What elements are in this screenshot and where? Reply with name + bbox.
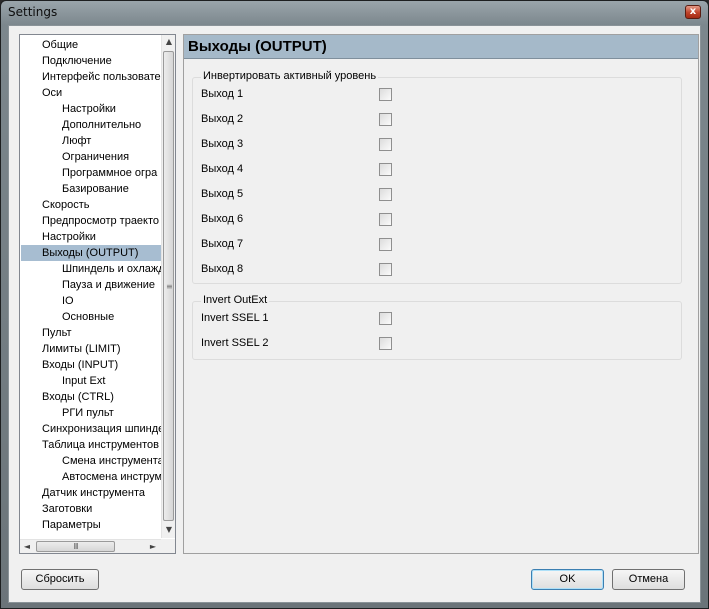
tree-item[interactable]: Параметры xyxy=(42,517,161,533)
tree-item[interactable]: Подключение xyxy=(42,53,161,69)
option-label: Выход 6 xyxy=(201,213,244,225)
tree-vertical-scrollbar[interactable]: ▲ ≡ ▼ xyxy=(161,35,175,538)
ok-button[interactable]: OK xyxy=(531,569,604,590)
scrollbar-corner xyxy=(161,539,175,553)
tree-item[interactable]: Пульт xyxy=(42,325,161,341)
tree-item[interactable]: Основные xyxy=(62,309,161,325)
settings-page: Выходы (OUTPUT) Инвертировать активный у… xyxy=(183,34,699,554)
tree-vertical-scroll-thumb[interactable]: ≡ xyxy=(163,51,174,521)
tree-item[interactable]: Лимиты (LIMIT) xyxy=(42,341,161,357)
option-label: Выход 3 xyxy=(201,138,244,150)
invert-active-level-group: Инвертировать активный уровень Выход 1 Вы… xyxy=(192,70,682,284)
title-bar[interactable]: Settings x xyxy=(1,1,708,25)
tree-item[interactable]: Входы (INPUT) xyxy=(42,357,161,373)
group-title: Invert OutExt xyxy=(201,294,270,306)
option-label: Выход 5 xyxy=(201,188,244,200)
tree-item[interactable]: Входы (CTRL) xyxy=(42,389,161,405)
option-checkbox[interactable] xyxy=(379,337,392,350)
option-checkbox[interactable] xyxy=(379,113,392,126)
invert-outext-group: Invert OutExt Invert SSEL 1 Invert SSEL 2 xyxy=(192,294,682,360)
close-button[interactable]: x xyxy=(685,5,701,19)
tree-item[interactable]: Дополнительно xyxy=(62,117,161,133)
tree-item[interactable]: Общие xyxy=(42,37,161,53)
tree-item[interactable]: Шпиндель и охлажд xyxy=(62,261,165,277)
tree-item[interactable]: Датчик инструмента xyxy=(42,485,161,501)
tree-item[interactable]: РГИ пульт xyxy=(62,405,161,421)
tree-item[interactable]: Автосмена инструм xyxy=(62,469,162,485)
tree-item[interactable]: Программное огра xyxy=(62,165,161,181)
tree-item[interactable]: Смена инструмента xyxy=(62,453,164,469)
tree-item[interactable]: Ограничения xyxy=(62,149,161,165)
option-checkbox[interactable] xyxy=(379,263,392,276)
tree-horizontal-scroll-thumb[interactable]: III xyxy=(36,541,115,552)
settings-window: Settings x Общие Подключение Интерфейс пол… xyxy=(0,0,709,609)
option-checkbox[interactable] xyxy=(379,213,392,226)
tree-item[interactable]: Настройки xyxy=(62,101,161,117)
tree-item[interactable]: Выходы (OUTPUT) xyxy=(21,245,161,261)
reset-button[interactable]: Сбросить xyxy=(21,569,99,590)
tree-item[interactable]: Input Ext xyxy=(62,373,161,389)
group-title: Инвертировать активный уровень xyxy=(201,70,379,82)
option-checkbox[interactable] xyxy=(379,163,392,176)
settings-tree: Общие Подключение Интерфейс пользовате Оси Н… xyxy=(19,34,176,554)
option-label: Выход 1 xyxy=(201,88,244,100)
tree-item[interactable]: Базирование xyxy=(62,181,161,197)
tree-item[interactable]: Заготовки xyxy=(42,501,161,517)
tree-item[interactable]: Интерфейс пользовате xyxy=(42,69,161,85)
tree-item[interactable]: IO xyxy=(62,293,161,309)
option-label: Выход 7 xyxy=(201,238,244,250)
scroll-down-arrow-icon[interactable]: ▼ xyxy=(162,523,175,537)
cancel-button[interactable]: Отмена xyxy=(612,569,685,590)
option-checkbox[interactable] xyxy=(379,138,392,151)
tree-item[interactable]: Оси xyxy=(42,85,161,101)
close-icon: x xyxy=(689,6,697,17)
page-header: Выходы (OUTPUT) xyxy=(184,35,698,59)
tree-item[interactable]: Пауза и движение xyxy=(62,277,161,293)
option-checkbox[interactable] xyxy=(379,238,392,251)
dialog-client-area: Общие Подключение Интерфейс пользовате Оси Н… xyxy=(8,25,701,603)
tree-item[interactable]: Предпросмотр траекто xyxy=(42,213,161,229)
scroll-right-arrow-icon[interactable]: ► xyxy=(146,540,160,553)
page-title: Выходы (OUTPUT) xyxy=(188,38,327,55)
window-title: Settings xyxy=(8,5,58,19)
option-label: Выход 2 xyxy=(201,113,244,125)
scroll-grip-icon: ≡ xyxy=(166,282,173,291)
option-label: Выход 8 xyxy=(201,263,244,275)
tree-item[interactable]: Синхронизация шпинде xyxy=(42,421,164,437)
tree-item[interactable]: Таблица инструментов xyxy=(42,437,161,453)
tree-item[interactable]: Люфт xyxy=(62,133,161,149)
option-checkbox[interactable] xyxy=(379,88,392,101)
tree-item[interactable]: Скорость xyxy=(42,197,161,213)
option-checkbox[interactable] xyxy=(379,312,392,325)
scroll-up-arrow-icon[interactable]: ▲ xyxy=(162,35,175,49)
option-checkbox[interactable] xyxy=(379,188,392,201)
option-label: Выход 4 xyxy=(201,163,244,175)
scroll-left-arrow-icon[interactable]: ◄ xyxy=(20,540,34,553)
tree-item[interactable]: Настройки xyxy=(42,229,161,245)
option-label: Invert SSEL 1 xyxy=(201,312,269,324)
tree-horizontal-scrollbar[interactable]: ◄ III ► xyxy=(20,539,161,553)
option-label: Invert SSEL 2 xyxy=(201,337,269,349)
